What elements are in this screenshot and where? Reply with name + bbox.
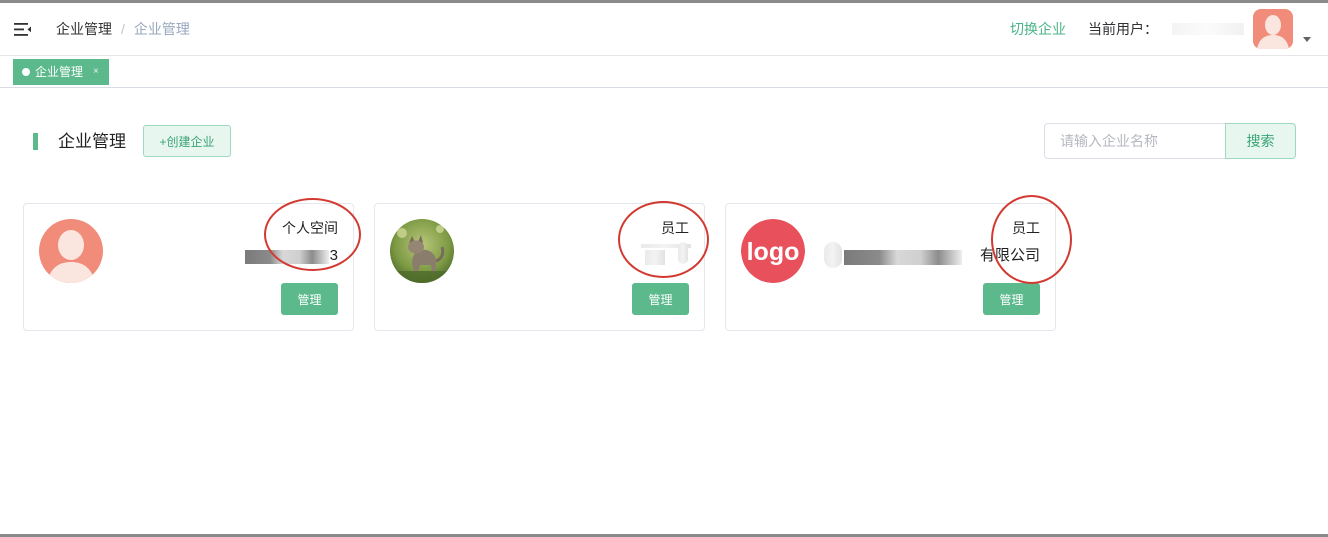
tag-active-dot-icon (22, 68, 30, 76)
enterprise-card: 个人空间 3 管理 (23, 203, 354, 331)
breadcrumb: 企业管理 / 企业管理 (56, 20, 190, 38)
card-role-label: 员工 (1012, 220, 1040, 236)
tag-close-icon[interactable]: × (93, 59, 99, 85)
section-title-marker (33, 133, 38, 150)
card-name-redacted-part (678, 242, 688, 264)
enterprise-search-input[interactable] (1044, 123, 1226, 159)
svg-text:logo: logo (747, 238, 800, 266)
card-name: 3 (329, 247, 338, 264)
manage-button[interactable]: 管理 (632, 283, 689, 315)
switch-enterprise-link[interactable]: 切换企业 (1010, 20, 1066, 38)
card-name-redacted (824, 242, 842, 268)
tags-view-bar: 企业管理 × (0, 55, 1328, 88)
user-avatar[interactable] (1253, 9, 1293, 49)
enterprise-card: 员工 管理 (374, 203, 705, 331)
current-user-label: 当前用户： (1088, 21, 1158, 37)
current-user-name-redacted (1172, 23, 1244, 35)
tag-enterprise-management[interactable]: 企业管理 × (13, 59, 109, 85)
logo-badge-icon: logo (741, 219, 805, 283)
hamburger-menu-icon[interactable] (14, 22, 32, 37)
page-title: 企业管理 (58, 132, 126, 151)
create-enterprise-button[interactable]: +创建企业 (143, 125, 231, 157)
card-role-label: 个人空间 (282, 220, 338, 236)
breadcrumb-separator: / (121, 21, 125, 37)
tag-label: 企业管理 (35, 65, 84, 79)
user-menu-caret-icon[interactable] (1303, 37, 1311, 42)
default-avatar-icon (39, 219, 103, 283)
card-name: 有限公司 (979, 247, 1040, 264)
card-name-redacted-part (844, 250, 962, 265)
breadcrumb-item-root[interactable]: 企业管理 (56, 21, 112, 37)
cat-photo-avatar (390, 219, 454, 283)
breadcrumb-item-current: 企业管理 (133, 21, 190, 37)
manage-button[interactable]: 管理 (281, 283, 338, 315)
enterprise-card: logo 员工 有限公司 管理 (725, 203, 1056, 331)
navbar: 企业管理 / 企业管理 切换企业 当前用户： (0, 3, 1328, 55)
card-name-redacted (245, 250, 329, 264)
card-role-label: 员工 (661, 220, 689, 236)
card-name-redacted-part (645, 250, 665, 265)
search-button[interactable]: 搜索 (1225, 123, 1296, 159)
manage-button[interactable]: 管理 (983, 283, 1040, 315)
